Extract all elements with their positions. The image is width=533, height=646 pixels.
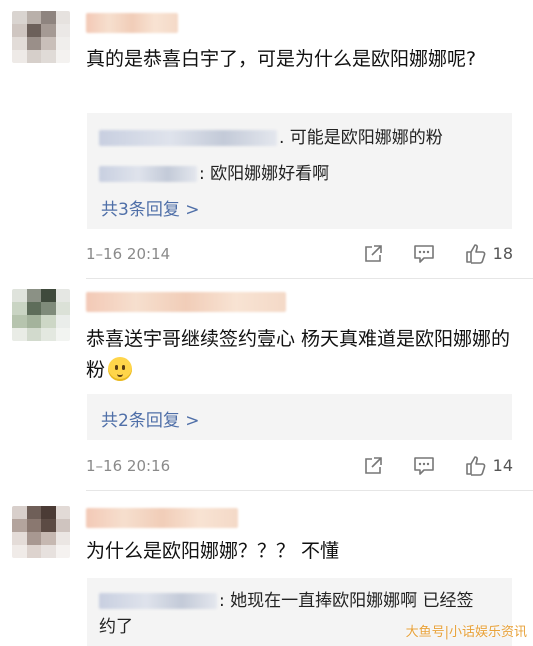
timestamp: 1–16 20:14	[86, 245, 171, 263]
like-count: 18	[492, 244, 513, 263]
watermark: 大鱼号|小话娱乐资讯	[405, 625, 527, 640]
username-blurred[interactable]	[86, 13, 178, 33]
comment-text-body: 恭喜送宇哥继续签约壹心 杨天真难道是欧阳娜娜的粉	[86, 328, 511, 381]
username-blurred[interactable]	[86, 508, 238, 528]
timestamp: 1–16 20:16	[86, 457, 171, 475]
share-icon[interactable]	[363, 456, 383, 476]
divider	[86, 278, 533, 279]
reply-text: : 欧阳娜娜好看啊	[199, 164, 330, 184]
like-button[interactable]: 18	[465, 243, 513, 264]
avatar[interactable]	[12, 289, 70, 341]
more-replies-link[interactable]: 共3条回复 >	[101, 195, 199, 220]
more-replies-link[interactable]: 共2条回复 >	[101, 406, 199, 431]
comment-actions: 18	[363, 243, 513, 264]
thinking-face-emoji-icon	[108, 357, 133, 381]
comment-icon[interactable]	[413, 456, 435, 476]
reply-username-blurred[interactable]	[99, 166, 197, 182]
like-count: 14	[492, 456, 513, 475]
username-blurred[interactable]	[86, 292, 286, 312]
share-icon[interactable]	[363, 244, 383, 264]
reply-username-blurred[interactable]	[99, 130, 277, 146]
reply-item[interactable]: . 可能是欧阳娜娜的粉	[99, 123, 443, 148]
reply-item[interactable]: : 欧阳娜娜好看啊	[99, 159, 329, 184]
comment-actions: 14	[363, 455, 513, 476]
comment-text: 真的是恭喜白宇了，可是为什么是欧阳娜娜呢?	[86, 48, 477, 70]
reply-box: 共2条回复 >	[87, 394, 512, 440]
reply-username-blurred[interactable]	[99, 593, 217, 609]
thumbs-up-icon	[465, 244, 486, 264]
comment-text: 为什么是欧阳娜娜？？？ 不懂	[86, 540, 340, 562]
comment-icon[interactable]	[413, 244, 435, 264]
like-button[interactable]: 14	[465, 455, 513, 476]
reply-box: . 可能是欧阳娜娜的粉 : 欧阳娜娜好看啊 共3条回复 >	[87, 113, 512, 229]
avatar[interactable]	[12, 506, 70, 558]
reply-text: . 可能是欧阳娜娜的粉	[279, 128, 443, 148]
thumbs-up-icon	[465, 456, 486, 476]
divider	[86, 490, 533, 491]
comment-text: 恭喜送宇哥继续签约壹心 杨天真难道是欧阳娜娜的粉	[86, 324, 516, 386]
avatar[interactable]	[12, 11, 70, 63]
